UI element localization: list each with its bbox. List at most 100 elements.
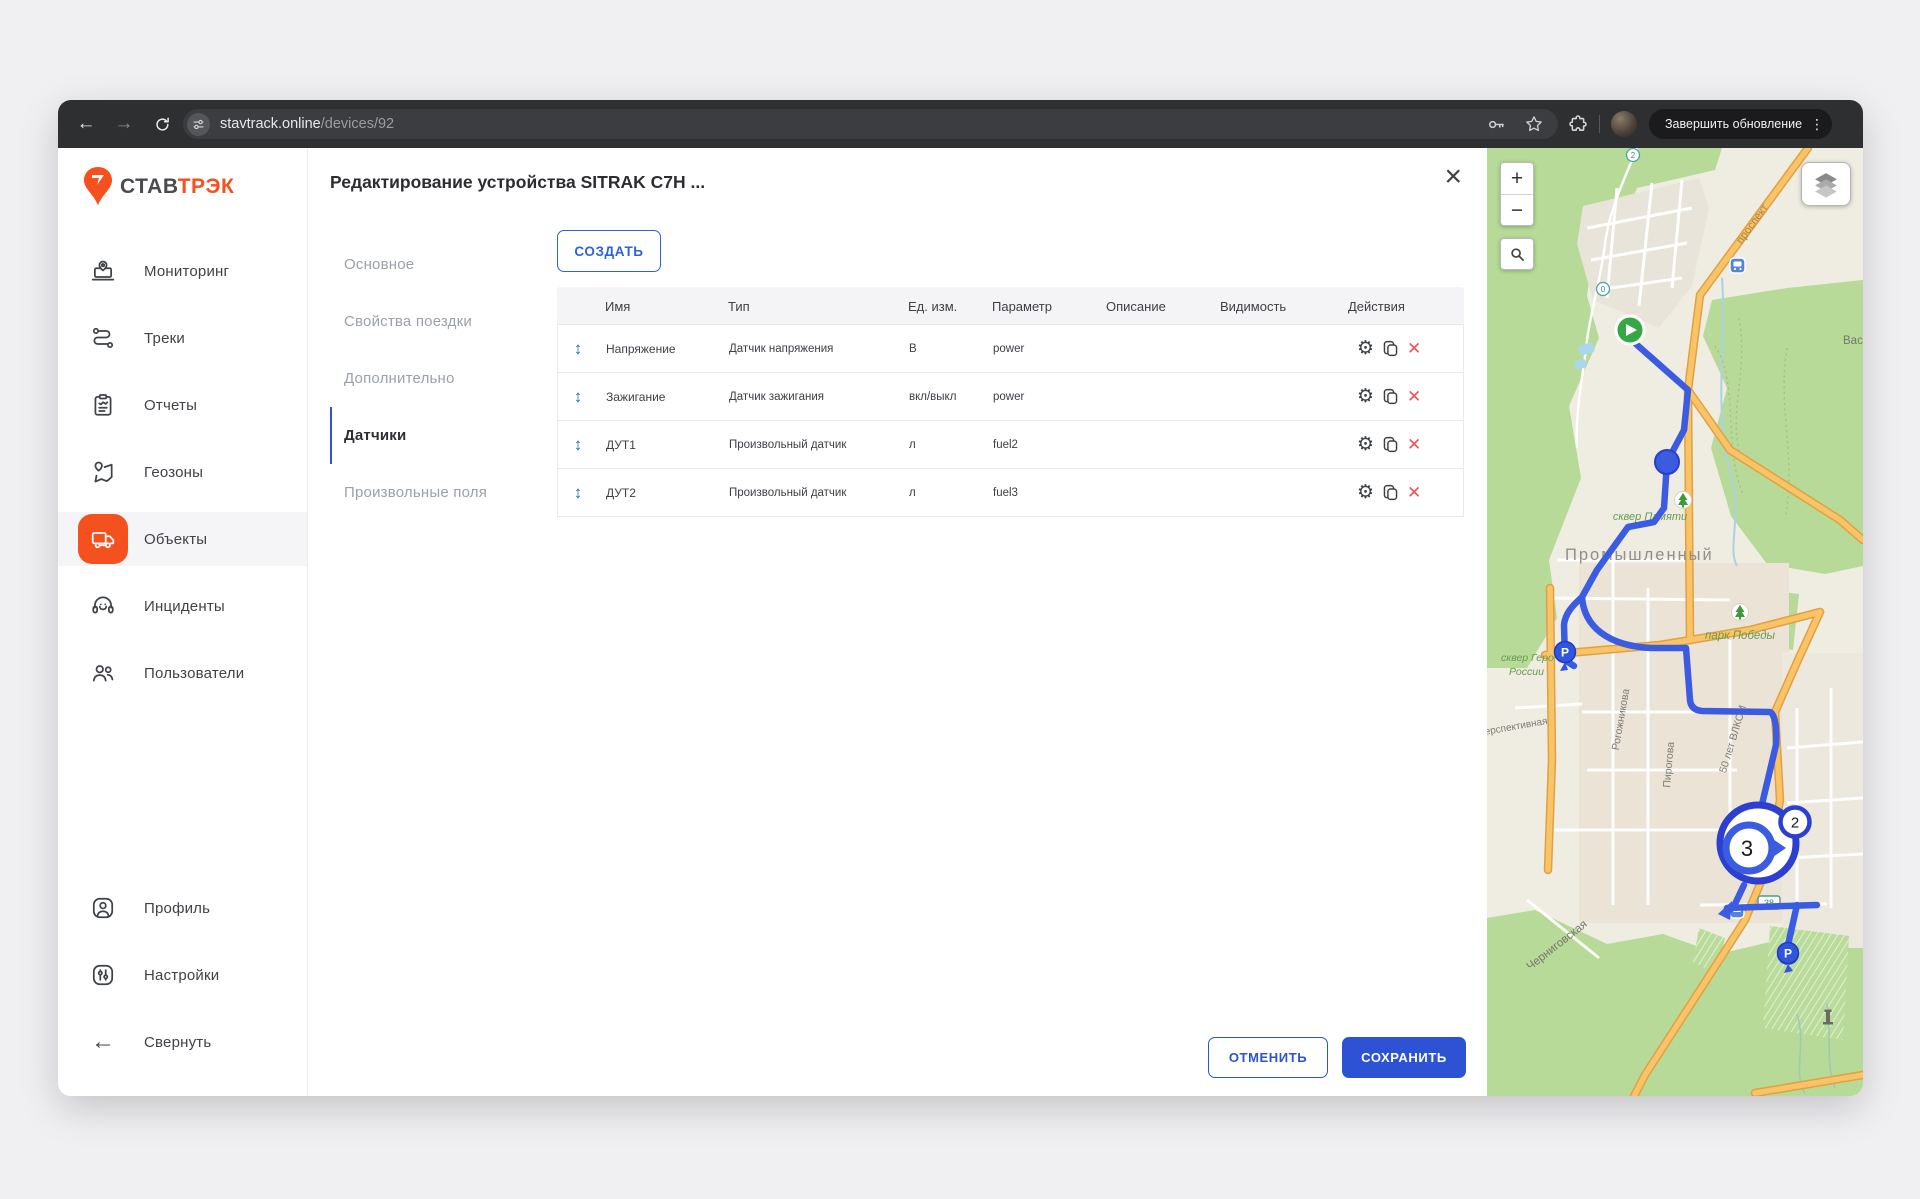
sidebar-footer: Профиль Настройки ← Свернуть (58, 881, 307, 1082)
cluster-marker-small[interactable]: 2 (1781, 808, 1810, 837)
extensions-button[interactable] (1568, 114, 1588, 134)
table-header: Имя Тип Ед. изм. Параметр Описание Видим… (557, 287, 1464, 325)
tab-custom-fields[interactable]: Произвольные поля (330, 464, 540, 521)
back-button[interactable]: ← (76, 114, 96, 134)
park-tree-icon (1732, 604, 1749, 621)
sidebar-item-profile[interactable]: Профиль (58, 881, 307, 935)
device-edit-modal: Редактирование устройства SITRAK C7H ...… (308, 148, 1487, 1096)
sidebar-collapse-button[interactable]: ← Свернуть (58, 1015, 307, 1069)
sidebar-item-tracks[interactable]: Треки (58, 311, 307, 365)
tracks-icon (90, 325, 116, 351)
create-button[interactable]: СОЗДАТЬ (557, 230, 661, 272)
address-bar[interactable]: stavtrack.online/devices/92 (183, 109, 1558, 139)
save-button[interactable]: СОХРАНИТЬ (1342, 1037, 1466, 1078)
delete-icon[interactable]: ✕ (1407, 436, 1421, 453)
layers-icon (1809, 169, 1843, 199)
finish-update-button[interactable]: Завершить обновление ⋮ (1649, 109, 1832, 139)
cancel-button[interactable]: ОТМЕНИТЬ (1208, 1037, 1328, 1078)
sidebar-item-reports[interactable]: Отчеты (58, 378, 307, 432)
sensor-settings-gear-icon[interactable]: ⚙ (1357, 339, 1374, 358)
svg-text:0: 0 (1601, 285, 1606, 294)
search-icon (1510, 247, 1525, 262)
sidebar-menu: Мониторинг Треки Отчеты (58, 244, 307, 700)
sidebar-item-settings[interactable]: Настройки (58, 948, 307, 1002)
svg-text:парк Победы: парк Победы (1705, 630, 1776, 642)
browser-window: ← → stavtrack.online/devices/92 (58, 100, 1863, 1096)
profile-icon (90, 895, 116, 921)
zoom-out-button[interactable]: − (1501, 194, 1533, 225)
geozones-icon (90, 459, 116, 485)
route-start-marker[interactable] (1616, 316, 1644, 344)
table-row: ↕ Зажигание Датчик зажигания вкл/выкл po… (557, 372, 1464, 421)
tab-trip-properties[interactable]: Свойства поездки (330, 293, 540, 350)
profile-avatar[interactable] (1611, 111, 1637, 137)
delete-icon[interactable]: ✕ (1407, 388, 1421, 405)
browser-menu-icon[interactable]: ⋮ (1810, 116, 1824, 133)
logo[interactable]: СТАВТРЭК (80, 162, 307, 212)
drag-handle-icon[interactable]: ↕ (558, 387, 598, 407)
drag-handle-icon[interactable]: ↕ (558, 483, 598, 503)
svg-text:P: P (1784, 947, 1792, 961)
map-zoom-control: + − (1500, 162, 1534, 226)
svg-text:Вас: Вас (1843, 335, 1863, 347)
tab-additional[interactable]: Дополнительно (330, 350, 540, 407)
site-info-button[interactable] (187, 113, 210, 136)
modal-title: Редактирование устройства SITRAK C7H ... (330, 172, 705, 193)
copy-icon[interactable] (1381, 339, 1400, 358)
map-canvas[interactable]: 2 0 38 Промышленный сквер Памяти парк По… (1487, 148, 1863, 1096)
park-tree-icon (1675, 492, 1692, 509)
collapse-arrow-icon: ← (78, 1017, 128, 1067)
sensor-settings-gear-icon[interactable]: ⚙ (1357, 483, 1374, 502)
copy-icon[interactable] (1381, 483, 1400, 502)
tab-main[interactable]: Основное (330, 236, 540, 293)
monitoring-icon (90, 258, 116, 284)
settings-sliders-icon (90, 962, 116, 988)
table-row: ↕ ДУТ1 Произвольный датчик л fuel2 ⚙ ✕ (557, 420, 1464, 469)
url-host: stavtrack.online (220, 116, 321, 132)
sidebar-item-users[interactable]: Пользователи (58, 646, 307, 700)
incidents-headset-icon (90, 593, 116, 619)
sensor-settings-gear-icon[interactable]: ⚙ (1357, 387, 1374, 406)
table-row: ↕ Напряжение Датчик напряжения В power ⚙… (557, 324, 1464, 373)
delete-icon[interactable]: ✕ (1407, 340, 1421, 357)
reload-button[interactable] (152, 114, 172, 134)
passwords-button[interactable] (1485, 114, 1506, 135)
svg-text:2: 2 (1631, 151, 1636, 160)
reports-icon (90, 392, 116, 418)
sidebar: СТАВТРЭК Мониторинг Треки (58, 148, 308, 1096)
route-point-marker[interactable] (1655, 450, 1679, 474)
forward-button[interactable]: → (114, 114, 134, 134)
bookmark-star-button[interactable] (1524, 114, 1544, 134)
svg-text:P: P (1561, 646, 1569, 660)
svg-text:России: России (1509, 666, 1544, 678)
copy-icon[interactable] (1381, 435, 1400, 454)
tab-sensors[interactable]: Датчики (330, 407, 540, 464)
sidebar-item-incidents[interactable]: Инциденты (58, 579, 307, 633)
toolbar-separator (1599, 115, 1600, 133)
map-layers-button[interactable] (1801, 162, 1851, 206)
sensors-table: Имя Тип Ед. изм. Параметр Описание Видим… (557, 287, 1464, 517)
table-row: ↕ ДУТ2 Произвольный датчик л fuel3 ⚙ ✕ (557, 468, 1464, 517)
copy-icon[interactable] (1381, 387, 1400, 406)
sidebar-item-monitoring[interactable]: Мониторинг (58, 244, 307, 298)
truck-icon (90, 526, 116, 552)
users-icon (90, 660, 116, 686)
logo-pin-icon (80, 165, 116, 209)
sidebar-item-objects[interactable]: Объекты (58, 512, 307, 566)
transit-stop-icon (1730, 258, 1745, 273)
drag-handle-icon[interactable]: ↕ (558, 435, 598, 455)
logo-text: СТАВТРЭК (120, 175, 234, 199)
svg-text:3: 3 (1741, 836, 1753, 861)
tune-icon (192, 118, 205, 131)
browser-toolbar: ← → stavtrack.online/devices/92 (58, 100, 1863, 148)
map-panel[interactable]: 2 0 38 Промышленный сквер Памяти парк По… (1487, 148, 1863, 1096)
map-search-button[interactable] (1500, 238, 1534, 270)
sensor-settings-gear-icon[interactable]: ⚙ (1357, 435, 1374, 454)
sidebar-item-geozones[interactable]: Геозоны (58, 445, 307, 499)
modal-tabs: Основное Свойства поездки Дополнительно … (330, 236, 540, 521)
extensions-puzzle-icon (1568, 114, 1588, 134)
drag-handle-icon[interactable]: ↕ (558, 339, 598, 359)
zoom-in-button[interactable]: + (1501, 163, 1533, 194)
close-button[interactable]: × (1444, 162, 1462, 192)
delete-icon[interactable]: ✕ (1407, 484, 1421, 501)
